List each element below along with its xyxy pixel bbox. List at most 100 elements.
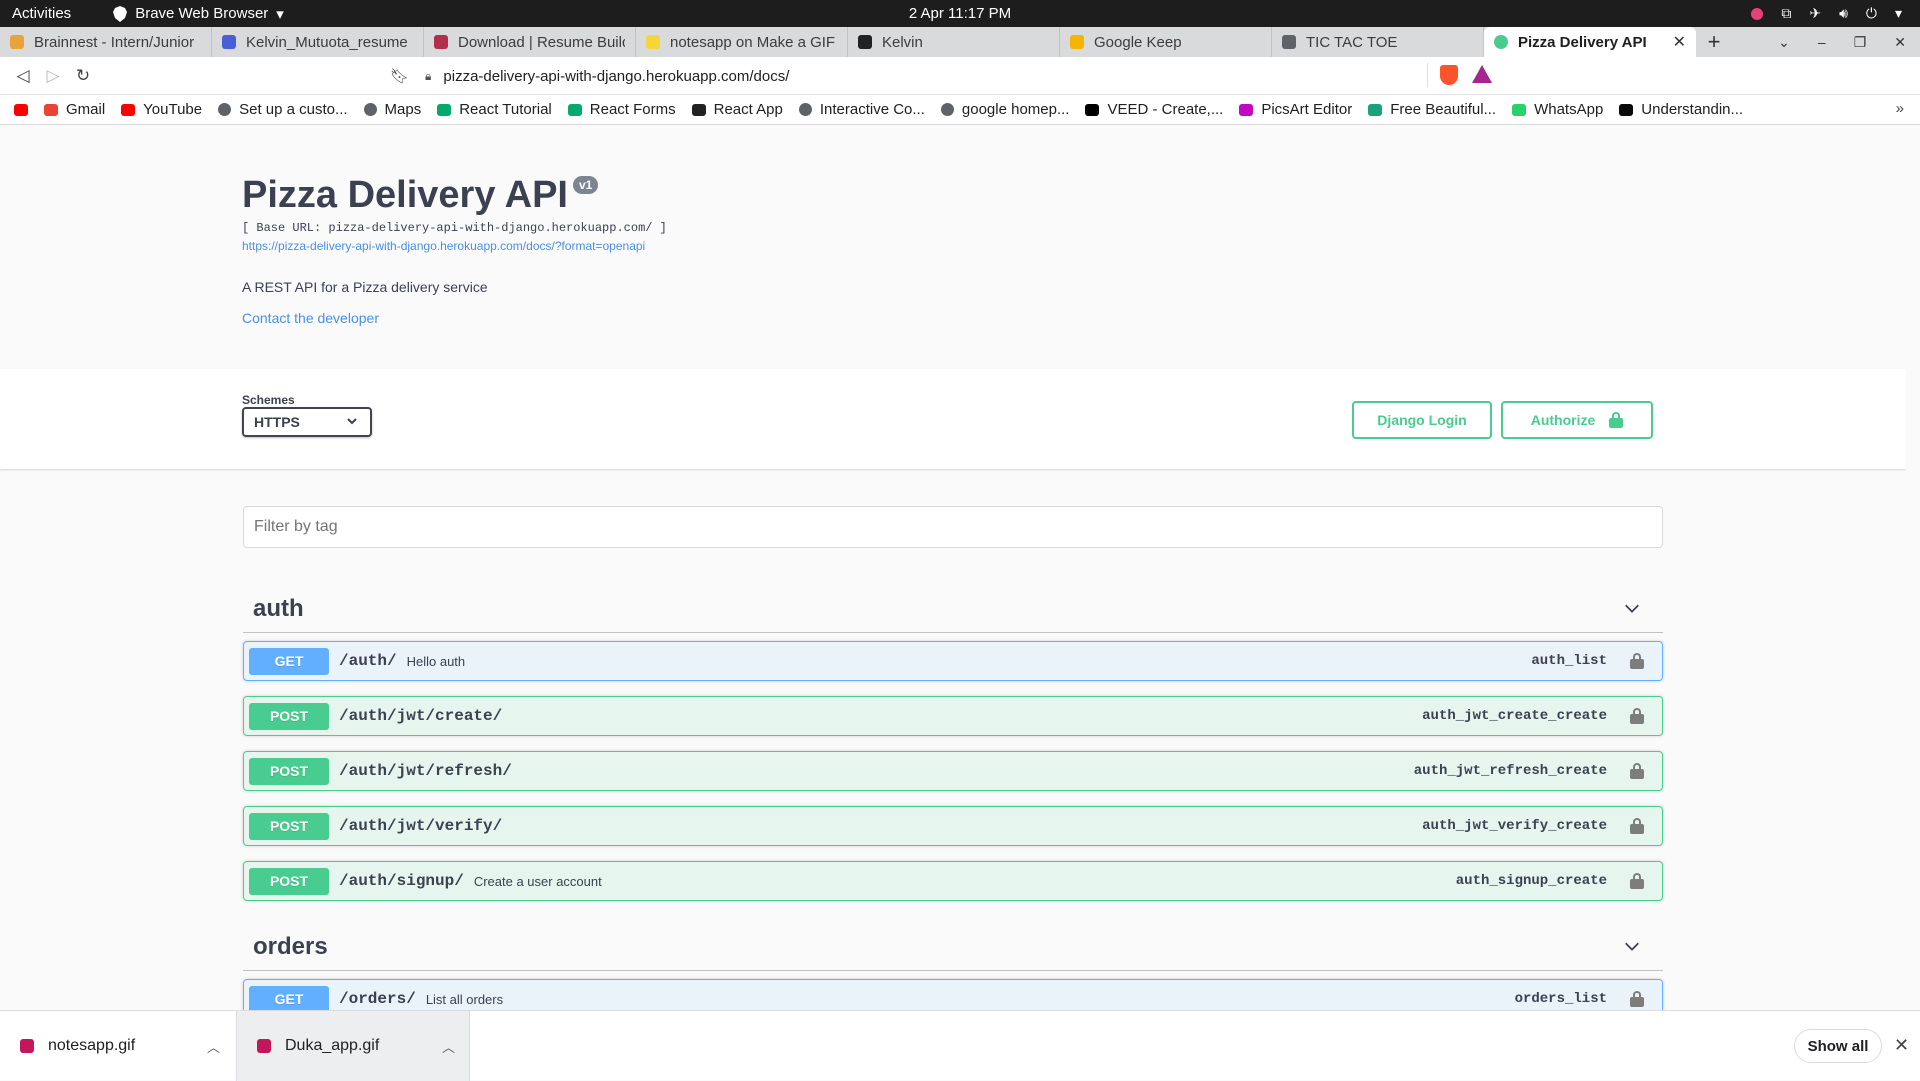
bookmark-label: React Forms [589,101,676,118]
operation-path: /auth/ [339,652,397,670]
url-text[interactable]: pizza-delivery-api-with-django.herokuapp… [443,68,789,85]
bookmark-label: google homep... [961,101,1070,118]
show-all-button[interactable]: Show all [1794,1029,1882,1063]
filter-by-tag-input[interactable] [243,506,1663,548]
lock-icon[interactable] [1630,763,1644,779]
contact-link[interactable]: Contact the developer [242,310,667,326]
close-tab-icon[interactable]: ✕ [1673,32,1686,52]
tab[interactable]: Pizza Delivery API ✕ [1484,27,1696,57]
authorize-button[interactable]: Authorize [1501,401,1653,439]
more-bookmarks-icon[interactable]: » [1896,100,1904,117]
bookmark-item[interactable]: React App [691,101,783,118]
system-tray[interactable]: ⧉ ✈ 🔊︎ ⏻ ▾ [1751,5,1902,22]
globe-icon [798,103,812,116]
operation-row[interactable]: POST/auth/jwt/create/auth_jwt_create_cre… [243,696,1663,736]
bookmark-item[interactable]: Maps [363,101,422,118]
tag-name: orders [253,932,328,960]
chevron-down-icon[interactable] [1623,937,1641,960]
reload-icon[interactable]: ↻ [68,66,98,86]
lock-icon[interactable] [1630,873,1644,889]
tag-section-auth[interactable]: auth [243,585,1663,633]
bookmark-item[interactable]: google homep... [940,101,1070,118]
brave-shields-icon[interactable] [1440,65,1458,85]
k-icon [691,103,706,116]
tab[interactable]: Google Keep [1060,27,1272,57]
bookmark-label: Gmail [66,101,106,118]
lock-icon[interactable]: 🔒︎ [425,69,431,84]
restore-icon[interactable]: ❐ [1854,34,1867,51]
django-login-button[interactable]: Django Login [1352,401,1492,439]
lock-icon[interactable] [1630,818,1644,834]
operation-row[interactable]: GET/orders/List all orders orders_list [243,979,1663,1010]
method-badge: POST [249,702,329,730]
youtube-icon [14,103,28,116]
app-menu-label: Brave Web Browser [135,5,269,22]
bookmark-item[interactable]: Interactive Co... [798,101,925,118]
lock-icon[interactable] [1630,708,1644,724]
globe-icon [363,103,377,116]
operation-row[interactable]: POST/auth/jwt/refresh/auth_jwt_refresh_c… [243,751,1663,791]
bookmark-item[interactable]: Gmail [44,101,105,118]
method-badge: POST [249,757,329,785]
minimize-icon[interactable]: – [1818,34,1826,50]
tab[interactable]: Kelvin_Mutuota_resume [212,27,424,57]
operation-summary: Hello auth [406,653,466,669]
brave-rewards-icon[interactable] [1472,65,1492,83]
method-badge: GET [249,647,329,675]
schemes-select[interactable]: HTTPS [242,407,372,437]
tab-label: Kelvin [882,33,923,51]
lock-icon[interactable] [1630,991,1644,1007]
tag-section-orders[interactable]: orders [243,923,1663,971]
operation-row[interactable]: POST/auth/signup/Create a user account au… [243,861,1663,901]
chevron-down-icon [346,415,358,430]
bookmark-item[interactable] [14,103,28,116]
close-icon[interactable]: ✕ [1894,1035,1909,1056]
operation-row[interactable]: POST/auth/jwt/verify/auth_jwt_verify_cre… [243,806,1663,846]
brave-lion-icon [113,5,128,22]
colorpicker-tray-icon[interactable] [1751,7,1764,20]
tab-label: Kelvin_Mutuota_resume [246,33,408,51]
authorize-label: Authorize [1530,412,1596,428]
bookmark-label: Maps [384,101,422,118]
bookmark-item[interactable]: Understandin... [1619,101,1743,118]
chevron-up-icon[interactable]: ︿ [207,1037,220,1056]
operation-id: orders_list [1514,991,1607,1007]
clock[interactable]: 2 Apr 11:17 PM [909,5,1011,22]
bookmark-item[interactable]: WhatsApp [1512,101,1603,118]
operation-id: auth_signup_create [1455,873,1607,889]
bookmark-item[interactable]: YouTube [121,101,202,118]
forward-icon[interactable]: ▷ [38,66,68,86]
activities-button[interactable]: Activities [12,5,71,22]
freepik-icon [1368,103,1383,116]
tab[interactable]: Kelvin [848,27,1060,57]
operation-path: /auth/jwt/create/ [339,707,503,725]
chevron-up-icon[interactable]: ︿ [442,1037,455,1056]
bookmark-label: Understandin... [1641,101,1744,118]
operation-row[interactable]: GET/auth/Hello auth auth_list [243,641,1663,681]
bookmark-item[interactable]: React Tutorial [437,101,552,118]
close-window-icon[interactable]: ✕ [1894,34,1906,51]
bookmark-item[interactable]: VEED - Create,... [1085,101,1223,118]
tab[interactable]: TIC TAC TOE [1272,27,1484,57]
openapi-link[interactable]: https://pizza-delivery-api-with-django.h… [242,239,667,253]
chevron-down-icon[interactable] [1623,599,1641,622]
new-tab-button[interactable]: + [1696,27,1732,57]
lock-icon[interactable] [1630,653,1644,669]
bookmark-label: Free Beautiful... [1390,101,1497,118]
address-bar[interactable]: 🔒︎ pizza-delivery-api-with-django.heroku… [385,64,1425,88]
download-item[interactable]: Duka_app.gif ︿ [236,1011,470,1081]
back-icon[interactable]: ◁ [8,66,38,86]
download-filename: notesapp.gif [48,1037,136,1054]
bookmark-item[interactable]: Free Beautiful... [1368,101,1496,118]
tab[interactable]: Download | Resume Build [424,27,636,57]
tab[interactable]: Brainnest - Intern/Junior [0,27,212,57]
tab[interactable]: notesapp on Make a GIF [636,27,848,57]
bookmark-item[interactable]: PicsArt Editor [1239,101,1352,118]
operation-path: /orders/ [339,990,416,1008]
schemes-selected-value: HTTPS [254,414,300,430]
app-menu[interactable]: Brave Web Browser ▾ [113,5,284,23]
download-item[interactable]: notesapp.gif ︿ [0,1011,234,1081]
bookmark-item[interactable]: React Forms [567,101,676,118]
bookmark-item[interactable]: Set up a custo... [218,101,348,118]
tab-search-icon[interactable]: ⌄ [1778,34,1790,51]
